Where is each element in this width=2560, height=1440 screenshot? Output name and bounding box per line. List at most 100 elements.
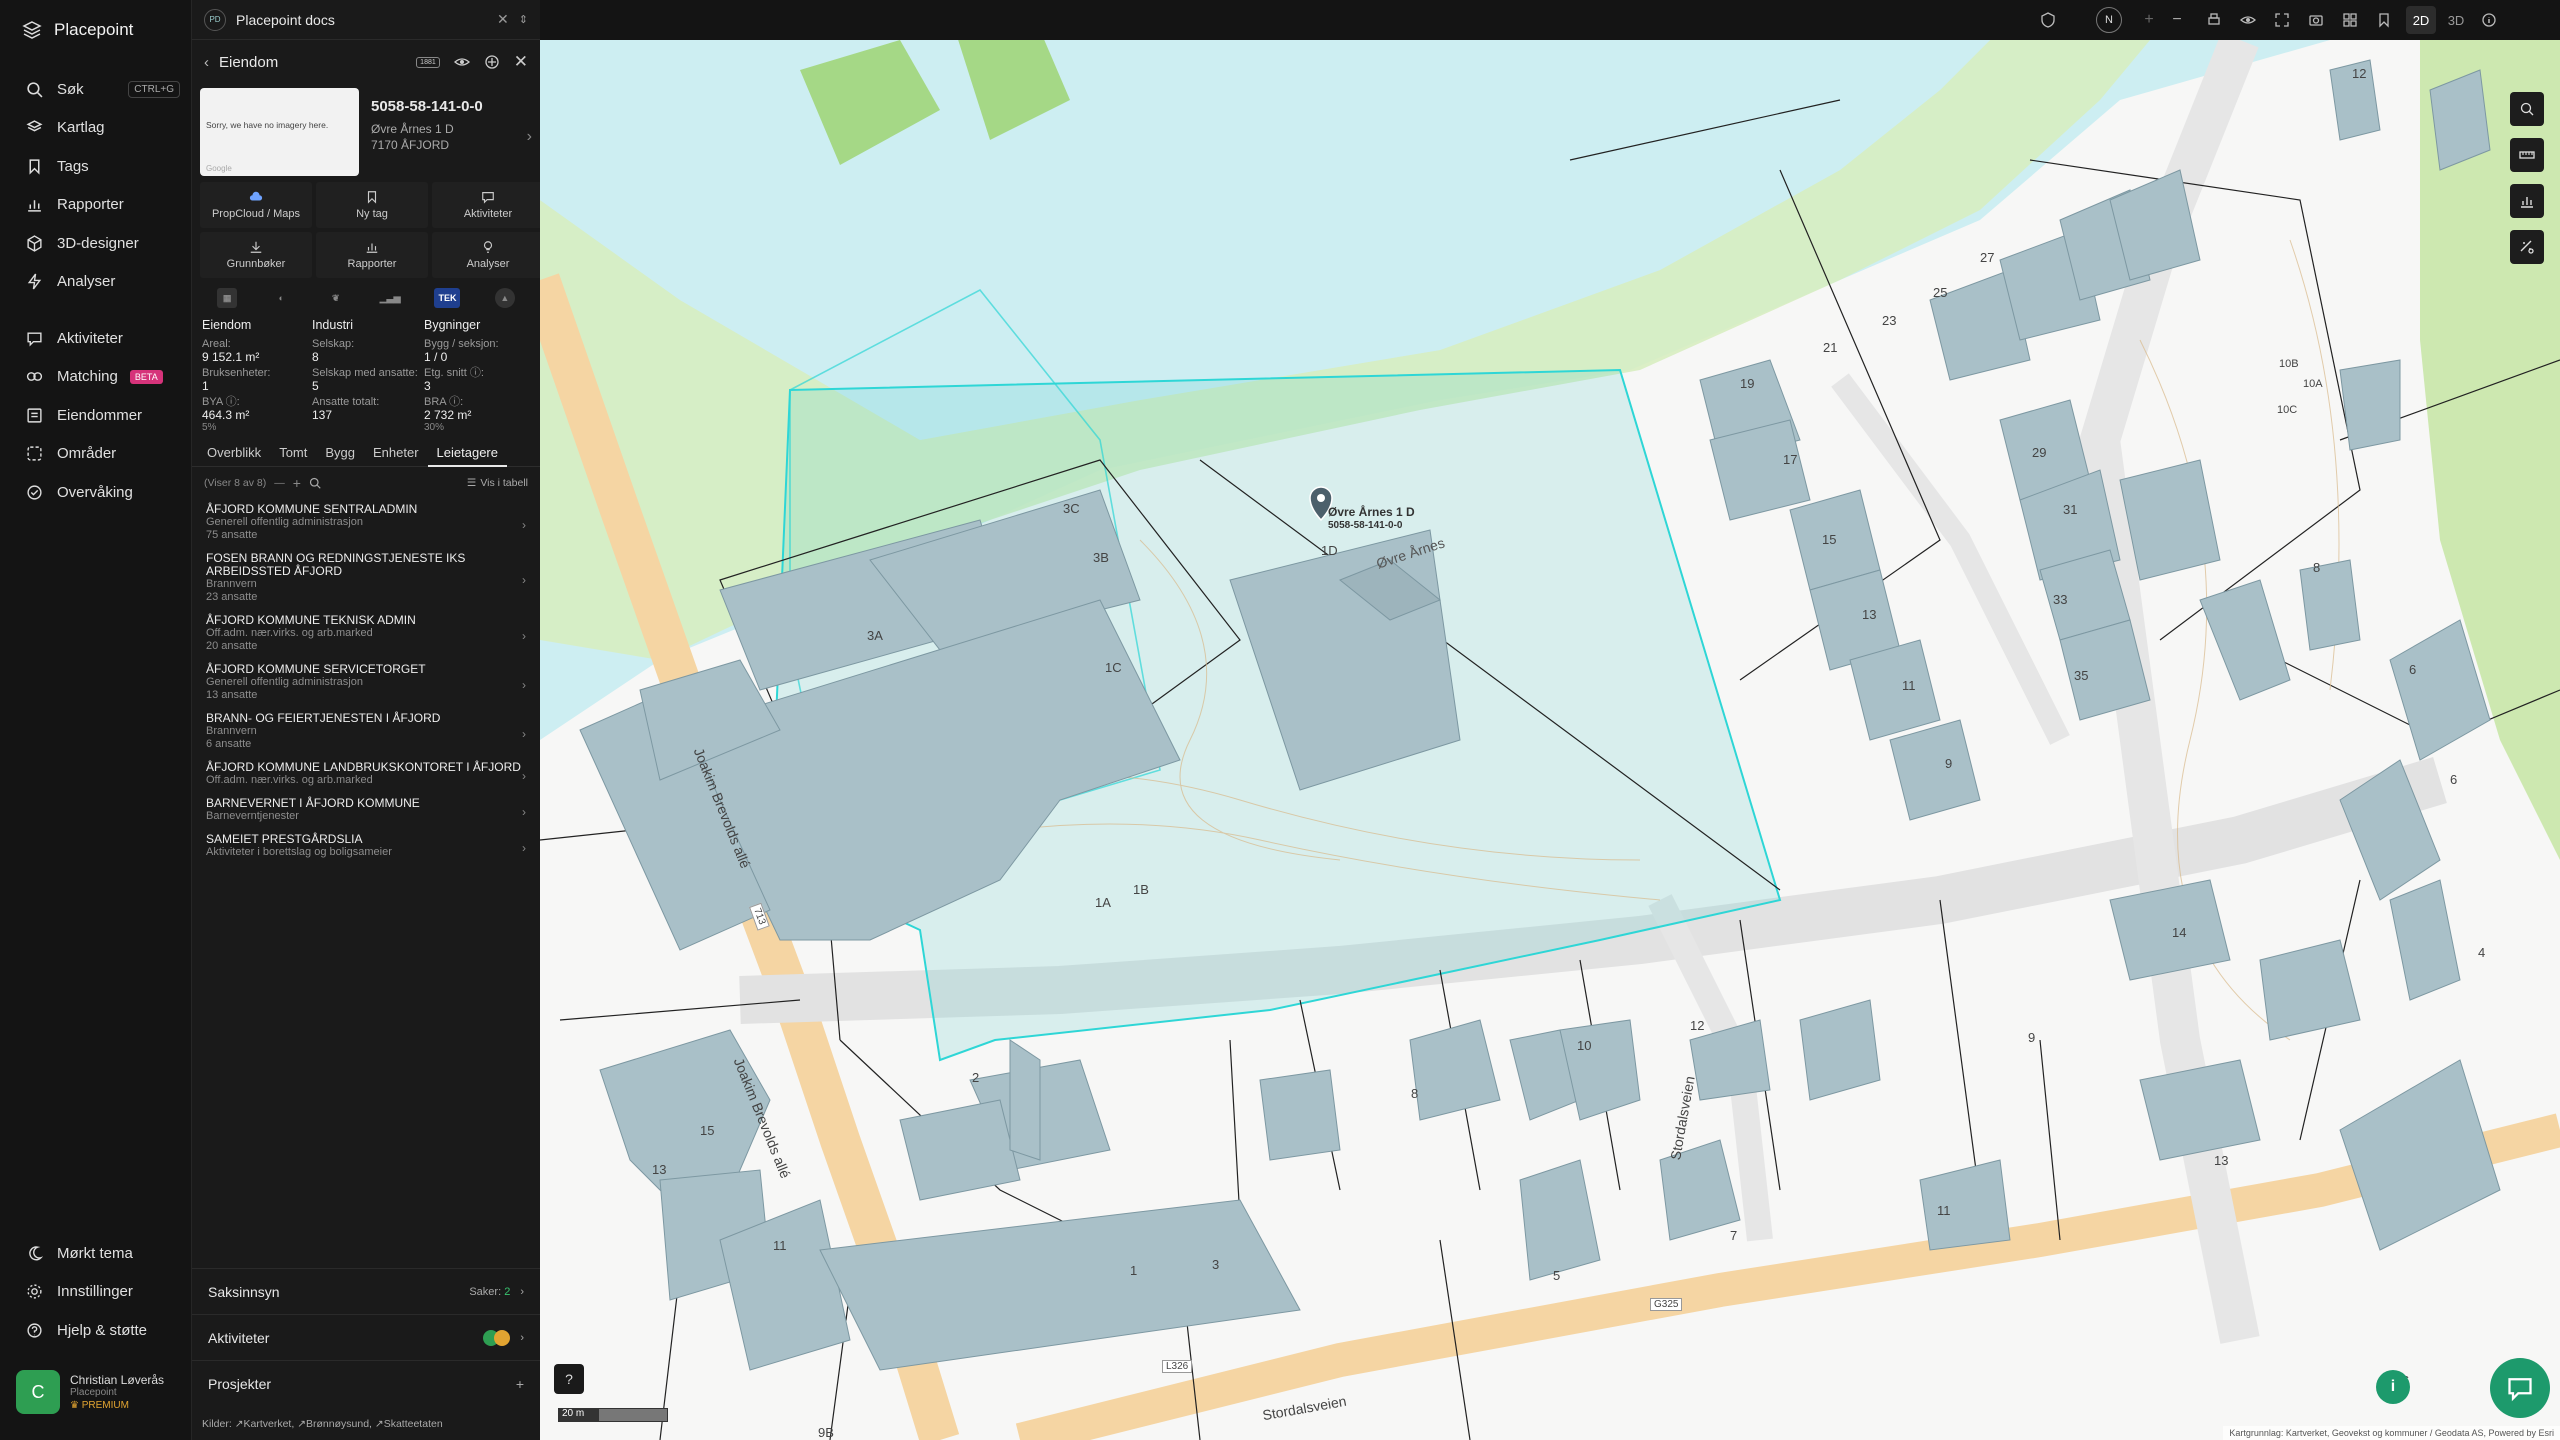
prosjekter-section[interactable]: Prosjekter + bbox=[192, 1360, 540, 1406]
tenant-row[interactable]: ÅFJORD KOMMUNE SENTRALADMIN Generell offe… bbox=[192, 499, 540, 548]
saksinnsyn-section[interactable]: Saksinnsyn Saker: 2 › bbox=[192, 1268, 540, 1314]
building-number: 1C bbox=[1105, 660, 1122, 675]
map-basemap bbox=[540, 40, 2560, 1440]
close-icon[interactable]: ✕ bbox=[497, 11, 509, 28]
target-icon[interactable] bbox=[484, 54, 500, 70]
analyses-button[interactable]: Analyser bbox=[432, 232, 544, 278]
info-button[interactable]: i bbox=[2376, 1370, 2410, 1404]
bars-icon[interactable]: ▁▃▅ bbox=[380, 288, 401, 308]
imagery-text: Sorry, we have no imagery here. bbox=[206, 120, 329, 130]
tenant-category: Off.adm. nær.virks. og arb.marked bbox=[206, 774, 373, 786]
plus-icon[interactable]: + bbox=[293, 475, 301, 491]
source-link[interactable]: ↗Skatteetaten bbox=[375, 1418, 443, 1430]
chat-button[interactable] bbox=[2490, 1358, 2550, 1418]
tab-enheter[interactable]: Enheter bbox=[364, 441, 428, 467]
zoom-out-icon[interactable]: − bbox=[2166, 9, 2188, 31]
tenant-employees: 20 ansatte bbox=[206, 640, 258, 652]
eye-icon[interactable] bbox=[453, 54, 470, 70]
nav-label: Analyser bbox=[57, 273, 116, 291]
view-2d-toggle[interactable]: 2D bbox=[2406, 6, 2436, 34]
street-view-thumbnail[interactable]: Sorry, we have no imagery here. Google bbox=[200, 88, 359, 176]
nav-item-tags[interactable]: Tags bbox=[0, 147, 192, 186]
close-icon[interactable]: ✕ bbox=[514, 52, 528, 72]
tenant-row[interactable]: BARNEVERNET I ÅFJORD KOMMUNE Barneverntje… bbox=[192, 793, 540, 829]
grid-icon[interactable] bbox=[2339, 9, 2361, 31]
zoom-in-icon[interactable]: + bbox=[2138, 9, 2160, 31]
brand[interactable]: Placepoint bbox=[22, 20, 133, 40]
property-summary[interactable]: Sorry, we have no imagery here. Google 5… bbox=[192, 84, 540, 182]
compass-icon[interactable]: N bbox=[2096, 7, 2122, 33]
show-table-button[interactable]: ☰ Vis i tabell bbox=[467, 477, 528, 489]
map-tools bbox=[2510, 92, 2544, 264]
propcloud-button[interactable]: PropCloud / Maps bbox=[200, 182, 312, 228]
sources-label: Kilder: bbox=[202, 1418, 232, 1430]
help-map-button[interactable]: ? bbox=[554, 1364, 584, 1394]
building-number: 4 bbox=[2478, 945, 2486, 960]
new-tag-button[interactable]: Ny tag bbox=[316, 182, 428, 228]
warning-icon[interactable]: ▲ bbox=[494, 288, 515, 308]
chart-tool-button[interactable] bbox=[2510, 184, 2544, 218]
tenant-row[interactable]: BRANN- OG FEIERTJENESTEN I ÅFJORD Brannve… bbox=[192, 708, 540, 757]
help-icon bbox=[27, 1323, 42, 1338]
visibility-icon[interactable] bbox=[2237, 9, 2259, 31]
reports-button[interactable]: Rapporter bbox=[316, 232, 428, 278]
tenant-name: BRANN- OG FEIERTJENESTEN I ÅFJORD bbox=[206, 711, 441, 725]
tenant-row[interactable]: SAMEIET PRESTGÅRDSLIA Aktiviteter i boret… bbox=[192, 829, 540, 865]
nav-item-search[interactable]: Søk CTRL+G bbox=[0, 70, 192, 109]
print-icon[interactable] bbox=[2203, 9, 2225, 31]
add-project-icon[interactable]: + bbox=[516, 1376, 524, 1392]
docs-title[interactable]: Placepoint docs bbox=[236, 12, 335, 28]
action-label: Rapporter bbox=[347, 258, 397, 270]
nav-item-analyser[interactable]: Analyser bbox=[0, 263, 192, 302]
grunnboker-button[interactable]: Grunnbøker bbox=[200, 232, 312, 278]
nav-item-3d-designer[interactable]: 3D-designer bbox=[0, 224, 192, 263]
globe-icon[interactable]: ◐ bbox=[271, 288, 291, 308]
tenant-row[interactable]: ÅFJORD KOMMUNE TEKNISK ADMIN Off.adm. nær… bbox=[192, 610, 540, 659]
measure-tool-button[interactable] bbox=[2510, 92, 2544, 126]
tab-overblikk[interactable]: Overblikk bbox=[198, 441, 270, 467]
ai-icon[interactable]: 1881 bbox=[416, 56, 440, 68]
back-icon[interactable]: ‹ bbox=[204, 54, 209, 71]
nav-item-rapporter[interactable]: Rapporter bbox=[0, 186, 192, 225]
tenant-row[interactable]: FOSEN BRANN OG REDNINGSTJENESTE IKS ARBE… bbox=[192, 548, 540, 610]
tab-bygg[interactable]: Bygg bbox=[316, 441, 364, 467]
minus-icon[interactable]: — bbox=[274, 477, 285, 489]
info-icon[interactable] bbox=[2478, 9, 2500, 31]
search-icon[interactable] bbox=[309, 477, 321, 489]
user-profile[interactable]: C Christian Løverås Placepoint ♛ PREMIUM bbox=[16, 1370, 164, 1414]
tab-tomt[interactable]: Tomt bbox=[270, 441, 316, 467]
shield-icon[interactable] bbox=[2037, 9, 2059, 31]
fullscreen-icon[interactable] bbox=[2271, 9, 2293, 31]
nav-item-overvaking[interactable]: Overvåking bbox=[0, 473, 192, 512]
view-3d-toggle[interactable]: 3D bbox=[2441, 6, 2471, 34]
info-icon: i bbox=[2390, 1378, 2396, 1395]
cases-label: Saker: bbox=[469, 1285, 502, 1298]
activities-button[interactable]: Aktiviteter bbox=[432, 182, 544, 228]
building-register-icon[interactable]: ▦ bbox=[217, 288, 238, 308]
bookmark-icon[interactable] bbox=[2373, 9, 2395, 31]
source-link[interactable]: ↗Kartverket, bbox=[235, 1418, 295, 1430]
expand-icon[interactable]: ⇕ bbox=[519, 13, 528, 26]
nav-item-dark-theme[interactable]: Mørkt tema bbox=[0, 1234, 192, 1273]
building-number: 11 bbox=[773, 1238, 787, 1253]
nav-item-help[interactable]: Hjelp & støtte bbox=[0, 1311, 192, 1350]
map-canvas[interactable]: Øvre Årnes 1 D 5058-58-141-0-0 Øvre Årne… bbox=[540, 40, 2560, 1440]
aktiviteter-section[interactable]: Aktiviteter › bbox=[192, 1314, 540, 1360]
tab-leietagere[interactable]: Leietagere bbox=[427, 441, 507, 467]
source-link[interactable]: ↗Brønnøysund, bbox=[297, 1418, 372, 1430]
ruler-tool-button[interactable] bbox=[2510, 138, 2544, 172]
tek-icon[interactable]: TEK bbox=[434, 288, 461, 308]
ruler-icon bbox=[2519, 151, 2535, 159]
nav-item-aktiviteter[interactable]: Aktiviteter bbox=[0, 319, 192, 358]
nav-item-omrader[interactable]: Områder bbox=[0, 435, 192, 474]
stats-heading: Bygninger bbox=[424, 318, 481, 332]
camera-icon[interactable] bbox=[2305, 9, 2327, 31]
nav-item-kartlag[interactable]: Kartlag bbox=[0, 109, 192, 148]
tenant-row[interactable]: ÅFJORD KOMMUNE SERVICETORGET Generell off… bbox=[192, 659, 540, 708]
plant-icon[interactable]: ❦ bbox=[326, 288, 346, 308]
nav-item-settings[interactable]: Innstillinger bbox=[0, 1273, 192, 1312]
tenant-row[interactable]: ÅFJORD KOMMUNE LANDBRUKSKONTORET I ÅFJOR… bbox=[192, 757, 540, 793]
nav-item-eiendommer[interactable]: Eiendommer bbox=[0, 396, 192, 435]
settings-tool-button[interactable] bbox=[2510, 230, 2544, 264]
nav-item-matching[interactable]: Matching BETA bbox=[0, 358, 192, 397]
